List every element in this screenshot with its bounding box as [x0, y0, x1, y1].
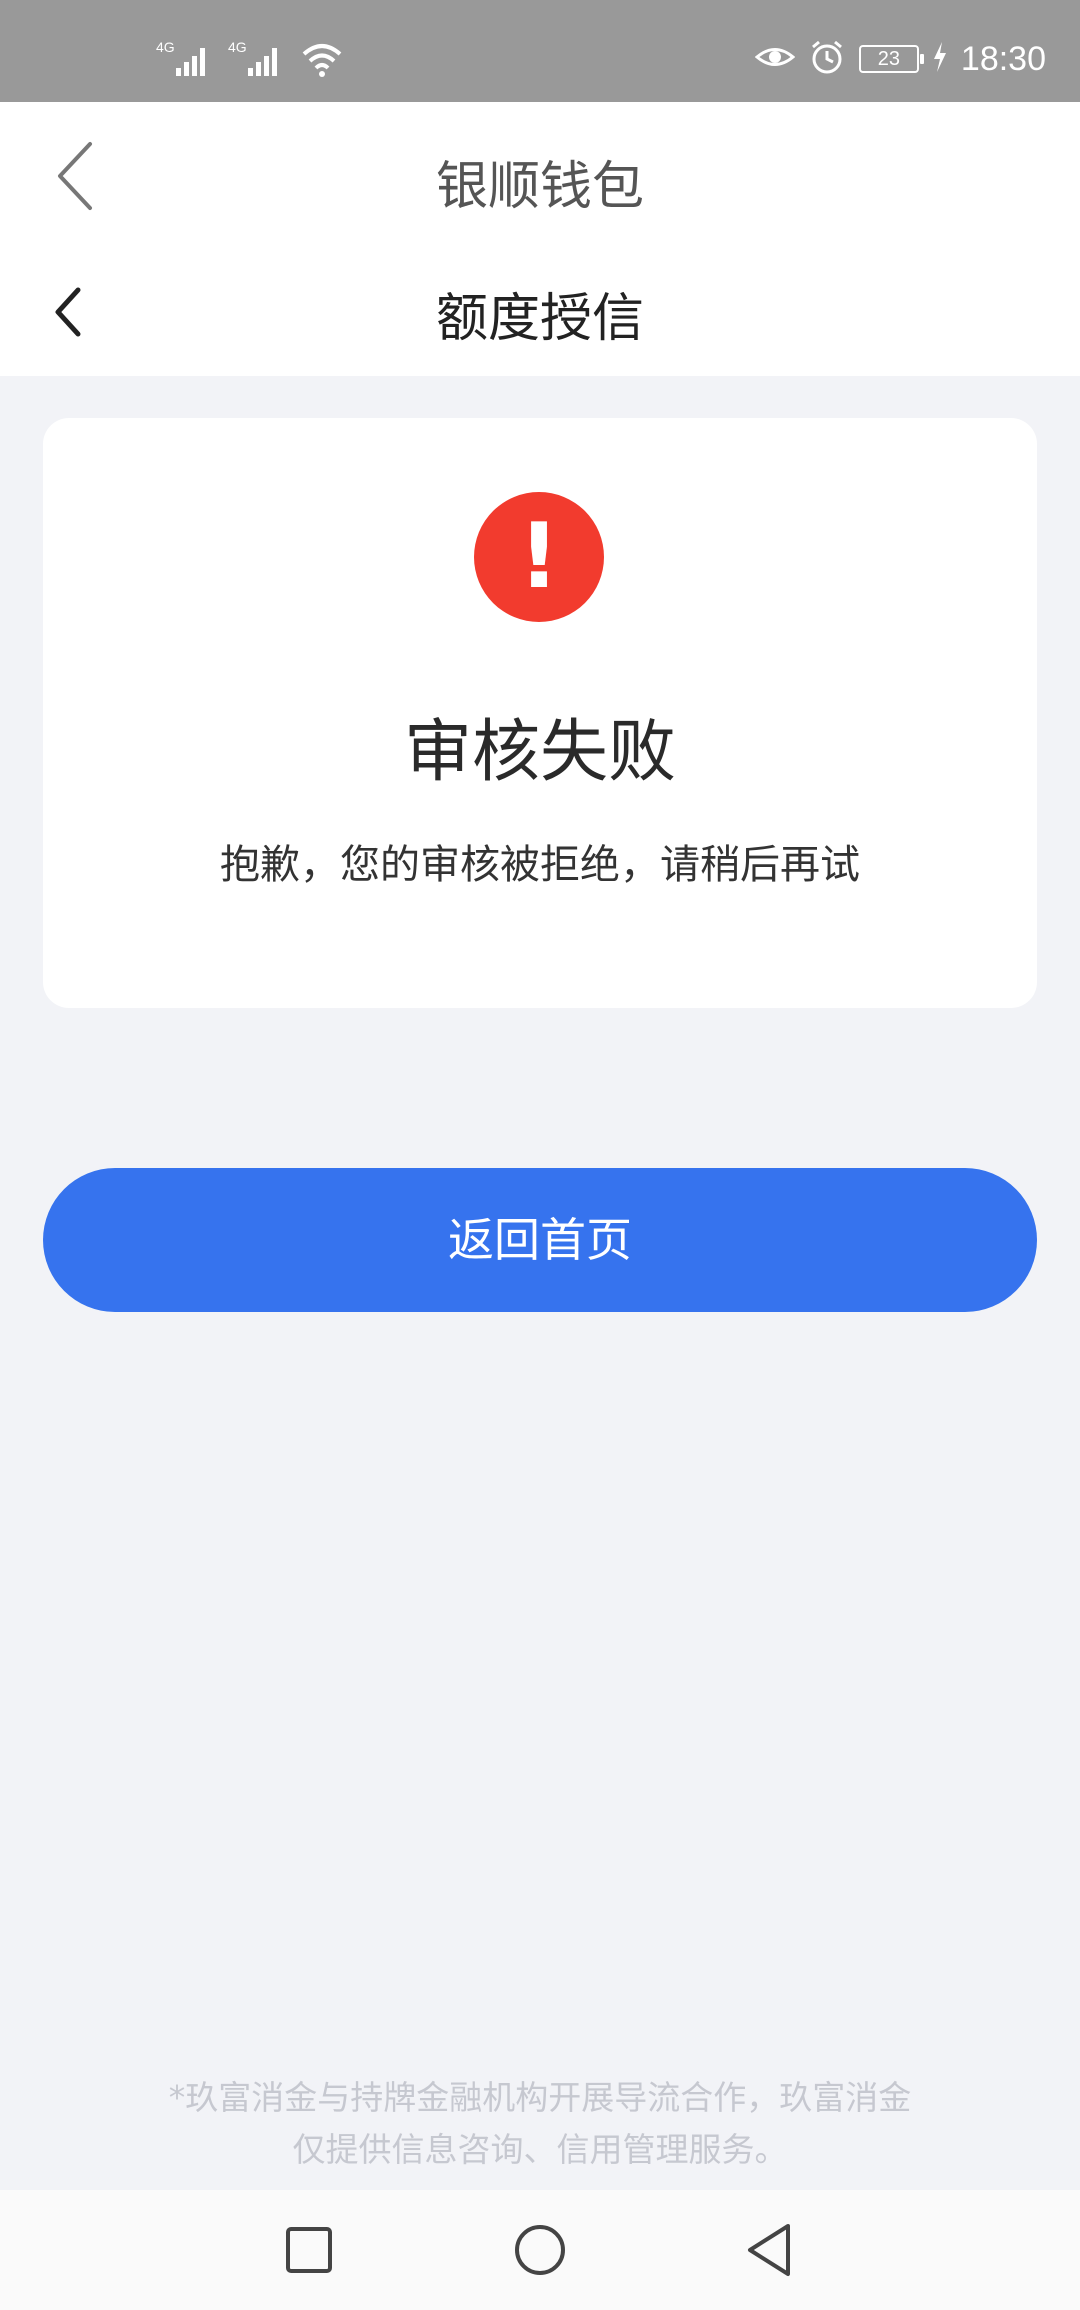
svg-text:4G: 4G: [156, 39, 175, 55]
exclamation-icon: !: [474, 492, 604, 622]
status-bar: 4G 4G 23 18:30: [0, 0, 1080, 102]
signal-icon: 4G: [228, 38, 286, 82]
battery-icon: 23: [858, 45, 924, 73]
disclaimer: *玖富消金与持牌金融机构开展导流合作，玖富消金 仅提供信息咨询、信用管理服务。: [100, 2072, 980, 2176]
result-message: 抱歉，您的审核被拒绝，请稍后再试: [220, 842, 860, 888]
status-time: 18:30: [960, 39, 1046, 78]
charging-icon: [933, 42, 947, 76]
page-title: 额度授信: [435, 289, 644, 349]
result-card: ! 审核失败 抱歉，您的审核被拒绝，请稍后再试: [43, 418, 1037, 1008]
app-header: 银顺钱包: [0, 102, 1080, 250]
alarm-icon: [809, 39, 845, 79]
disclaimer-line-1: *玖富消金与持牌金融机构开展导流合作，玖富消金: [168, 2078, 912, 2117]
page-header: 额度授信: [0, 250, 1080, 376]
status-left: 4G 4G: [156, 38, 344, 82]
recents-square-icon: [286, 2227, 332, 2273]
result-title: 审核失败: [403, 713, 676, 792]
signal-icon: 4G: [156, 38, 214, 82]
back-triangle-icon: [748, 2224, 790, 2276]
disclaimer-line-2: 仅提供信息咨询、信用管理服务。: [292, 2130, 788, 2169]
back-button[interactable]: [740, 2220, 800, 2280]
home-button[interactable]: [510, 2220, 570, 2280]
system-nav-bar: [0, 2190, 1080, 2310]
return-home-button[interactable]: 返回首页: [43, 1168, 1037, 1312]
home-circle-icon: [515, 2225, 565, 2275]
svg-text:4G: 4G: [228, 39, 247, 55]
app-title: 银顺钱包: [435, 157, 644, 217]
status-right: 23 18:30: [754, 34, 1046, 84]
recents-button[interactable]: [279, 2220, 339, 2280]
wifi-icon: [300, 38, 344, 82]
eye-icon: [754, 42, 796, 76]
